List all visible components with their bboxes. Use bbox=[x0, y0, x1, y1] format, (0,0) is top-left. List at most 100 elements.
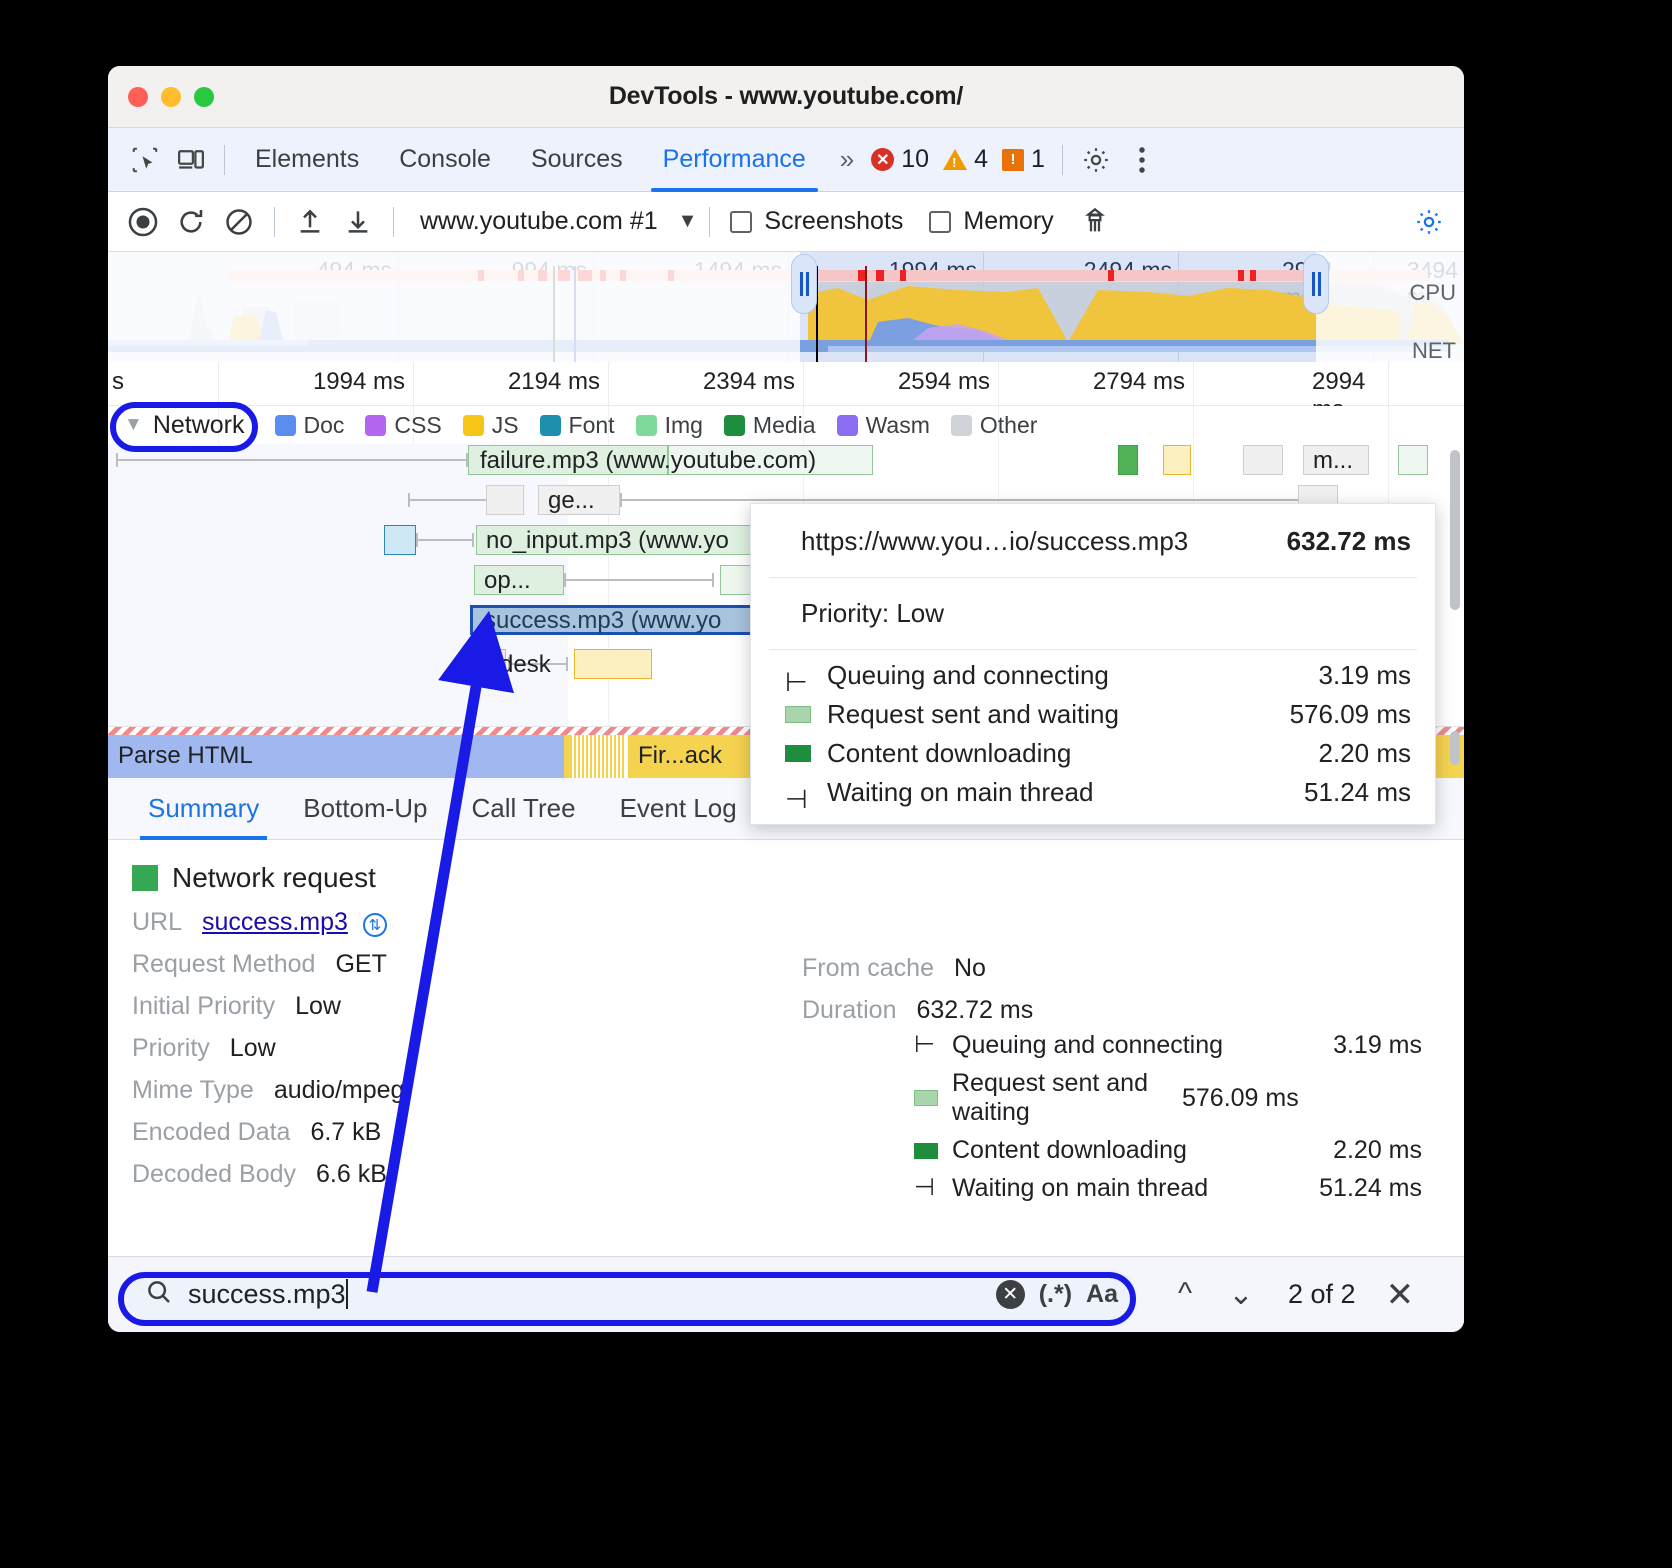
detail-row-url: URL success.mp3 ⇅ bbox=[132, 908, 778, 937]
gear-icon[interactable] bbox=[1073, 137, 1119, 183]
screenshot-root: DevTools - www.youtube.com/ Elements Con… bbox=[0, 0, 1672, 1568]
perf-divider-3 bbox=[709, 207, 710, 237]
request-row-m[interactable]: m... bbox=[108, 442, 1464, 478]
network-scrollbar[interactable] bbox=[1450, 450, 1460, 610]
lcp-marker bbox=[865, 266, 867, 362]
main-thread-scrollbar[interactable] bbox=[1450, 731, 1460, 765]
tooltip-queuing-label: Queuing and connecting bbox=[827, 660, 1319, 691]
download-profile-icon[interactable] bbox=[335, 199, 381, 245]
detail-key-initial-priority: Initial Priority bbox=[132, 992, 275, 1021]
detail-value-priority: Low bbox=[230, 1034, 276, 1063]
main-thread-parse-html[interactable]: Parse HTML bbox=[108, 735, 464, 778]
ruler-tick-0: s bbox=[112, 368, 132, 396]
tab-call-tree[interactable]: Call Tree bbox=[450, 778, 598, 840]
ruler-tick-3: 2394 ms bbox=[703, 368, 803, 396]
search-navigation: ^ ⌄ bbox=[1164, 1277, 1262, 1312]
request-label-op: op... bbox=[484, 567, 531, 595]
profile-selector[interactable]: www.youtube.com #1 ▼ bbox=[420, 207, 697, 236]
request-label-desk: desk bbox=[500, 651, 551, 679]
close-search-icon[interactable]: ✕ bbox=[1386, 1275, 1415, 1315]
detail-row-decoded-body: Decoded Body 6.6 kB bbox=[132, 1160, 778, 1189]
reload-record-icon[interactable] bbox=[168, 199, 214, 245]
chevron-down-icon[interactable]: ⌄ bbox=[1220, 1277, 1262, 1312]
more-tabs-icon[interactable]: » bbox=[826, 144, 864, 175]
clear-icon[interactable] bbox=[216, 199, 262, 245]
tab-sources[interactable]: Sources bbox=[511, 128, 643, 192]
inspect-element-icon[interactable] bbox=[122, 137, 168, 183]
capture-settings-gear-icon[interactable] bbox=[1406, 199, 1452, 245]
chevron-up-icon[interactable]: ^ bbox=[1164, 1277, 1206, 1312]
text-caret bbox=[346, 1279, 348, 1309]
legend-item-doc: Doc bbox=[275, 412, 345, 439]
device-toolbar-icon[interactable] bbox=[168, 137, 214, 183]
network-header-row: ▼ Network Doc CSS JS Font Img Media Wasm… bbox=[108, 406, 1464, 444]
main-thread-blue-2[interactable] bbox=[464, 735, 564, 778]
main-thread-ticks-1 bbox=[570, 735, 626, 778]
window-title: DevTools - www.youtube.com/ bbox=[108, 82, 1464, 111]
chevron-down-icon[interactable]: ▼ bbox=[678, 210, 698, 233]
memory-checkbox[interactable]: Memory bbox=[929, 207, 1053, 236]
cpu-track-label: CPU bbox=[1410, 280, 1456, 306]
search-icon bbox=[144, 1277, 174, 1312]
tab-bottom-up[interactable]: Bottom-Up bbox=[281, 778, 449, 840]
tooltip-waiting-main-thread-value: 51.24 ms bbox=[1304, 777, 1411, 808]
memory-checkbox-box[interactable] bbox=[929, 211, 951, 233]
upload-profile-icon[interactable] bbox=[287, 199, 333, 245]
tooltip-waiting-main-thread-label: Waiting on main thread bbox=[827, 777, 1304, 808]
network-toggle[interactable]: ▼ Network bbox=[108, 411, 245, 440]
breakdown-waiting-main-thread-label: Waiting on main thread bbox=[952, 1174, 1319, 1203]
clear-x-icon[interactable]: ✕ bbox=[996, 1280, 1025, 1309]
legend-item-media: Media bbox=[724, 412, 816, 439]
tooltip-request-sent-value: 576.09 ms bbox=[1290, 699, 1411, 730]
error-counter[interactable]: ✕ 10 bbox=[864, 145, 936, 174]
bracket-left-icon: ⊢ bbox=[914, 1038, 938, 1054]
tab-performance[interactable]: Performance bbox=[643, 128, 826, 192]
legend-label-wasm: Wasm bbox=[866, 412, 930, 439]
breakdown-content-downloading-value: 2.20 ms bbox=[1333, 1136, 1422, 1165]
breakdown-request-sent: Request sent and waiting 576.09 ms bbox=[914, 1069, 1422, 1127]
url-link[interactable]: success.mp3 bbox=[202, 908, 348, 936]
error-icon: ✕ bbox=[871, 148, 894, 171]
match-case-toggle[interactable]: Aa bbox=[1086, 1280, 1118, 1309]
overview-handle-right[interactable] bbox=[1303, 254, 1329, 314]
timeline-overview[interactable]: 494 ms 994 ms 1494 ms 1994 ms 2494 ms 29… bbox=[108, 252, 1464, 362]
issue-counter[interactable]: ! 1 bbox=[995, 145, 1052, 174]
bracket-right-icon: ⊣ bbox=[785, 784, 811, 801]
breakdown-content-downloading-label: Content downloading bbox=[952, 1136, 1333, 1165]
legend-item-font: Font bbox=[540, 412, 615, 439]
tab-elements[interactable]: Elements bbox=[235, 128, 379, 192]
tooltip-row-request-sent: Request sent and waiting 576.09 ms bbox=[785, 699, 1411, 730]
regex-toggle[interactable]: (.*) bbox=[1039, 1280, 1072, 1309]
kebab-menu-icon[interactable] bbox=[1119, 137, 1165, 183]
download-link-icon[interactable]: ⇅ bbox=[363, 913, 387, 937]
error-count: 10 bbox=[901, 145, 929, 174]
detail-key-from-cache: From cache bbox=[802, 954, 934, 983]
ruler-tick-5: 2794 ms bbox=[1093, 368, 1193, 396]
network-request-swatch bbox=[132, 865, 158, 891]
warning-counter[interactable]: 4 bbox=[936, 145, 995, 174]
devtools-window: DevTools - www.youtube.com/ Elements Con… bbox=[108, 66, 1464, 1332]
detail-value-duration: 632.72 ms bbox=[917, 996, 1034, 1025]
legend-label-media: Media bbox=[753, 412, 816, 439]
collect-garbage-icon[interactable] bbox=[1072, 199, 1118, 245]
triangle-down-icon: ▼ bbox=[124, 414, 143, 436]
details-title: Network request bbox=[108, 862, 1464, 894]
overview-handle-left[interactable] bbox=[791, 254, 817, 314]
tab-console[interactable]: Console bbox=[379, 128, 511, 192]
detail-row-encoded-data: Encoded Data 6.7 kB bbox=[132, 1118, 778, 1147]
details-left-column: URL success.mp3 ⇅ Request Method GET Ini… bbox=[108, 908, 778, 1212]
tab-event-log[interactable]: Event Log bbox=[598, 778, 759, 840]
search-input[interactable]: success.mp3 ✕ (.*) Aa bbox=[126, 1269, 1136, 1321]
issue-icon: ! bbox=[1002, 149, 1024, 171]
detail-key-url: URL bbox=[132, 908, 182, 937]
perf-divider-1 bbox=[274, 207, 275, 237]
details-title-label: Network request bbox=[172, 862, 376, 894]
devtools-tab-bar: Elements Console Sources Performance » ✕… bbox=[108, 128, 1464, 192]
light-green-swatch bbox=[914, 1090, 938, 1106]
screenshots-checkbox[interactable]: Screenshots bbox=[730, 207, 903, 236]
record-circle-icon[interactable] bbox=[120, 199, 166, 245]
tab-summary[interactable]: Summary bbox=[126, 778, 281, 840]
screenshots-checkbox-box[interactable] bbox=[730, 211, 752, 233]
legend-label-img: Img bbox=[665, 412, 703, 439]
detail-key-encoded-data: Encoded Data bbox=[132, 1118, 290, 1147]
